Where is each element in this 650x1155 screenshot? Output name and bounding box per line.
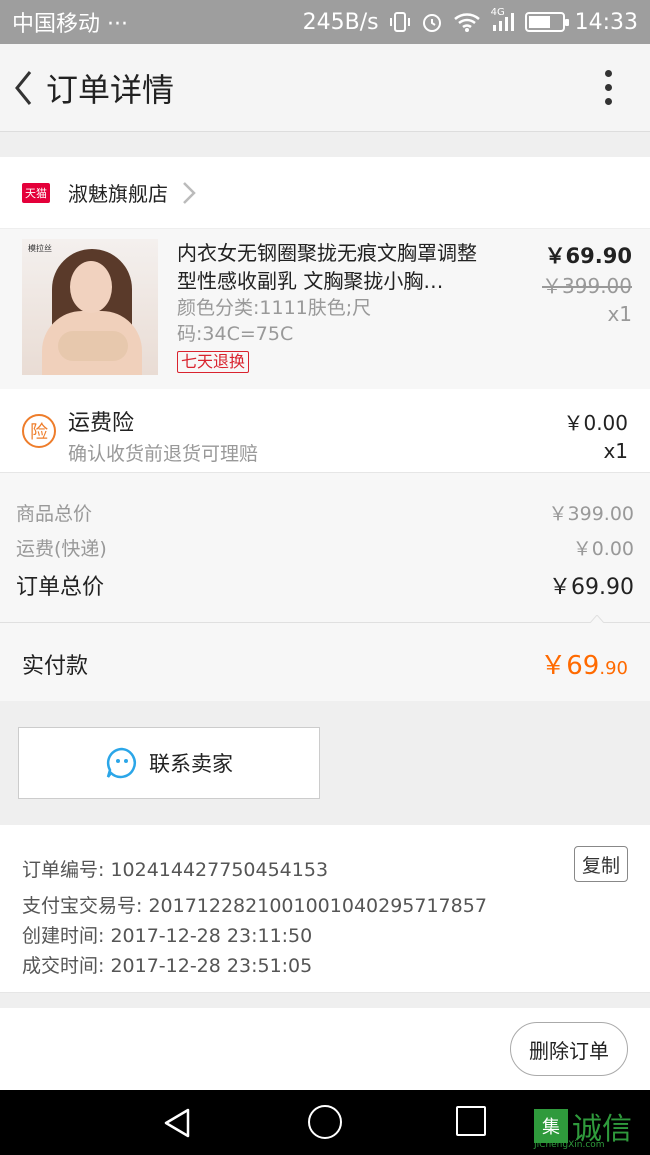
product-item[interactable]: 模拉丝 内衣女无钢圈聚拢无痕文胸罩调整型性感收副乳 文胸聚拢小胸… 颜色分类:1… (0, 229, 650, 389)
chevron-left-icon (15, 70, 32, 105)
delete-order-button[interactable]: 删除订单 (510, 1022, 628, 1076)
shipping-insurance-row: 险 运费险 确认收货前退货可理赔 ￥0.00 x1 (0, 389, 650, 473)
completed-time: 成交时间: 2017-12-28 23:51:05 (22, 955, 313, 977)
order-info: 订单编号: 102414427750454153 支付宝交易号: 2017122… (0, 825, 650, 993)
paid-value: ￥69.90 (540, 645, 628, 682)
shop-row[interactable]: 天猫 淑魅旗舰店 (0, 157, 650, 229)
shipping-row: 运费(快递) ￥0.00 (16, 534, 634, 561)
product-original-price: ￥399.00 (542, 274, 632, 298)
bottom-action-bar: 删除订单 (0, 1008, 650, 1090)
copy-button[interactable]: 复制 (574, 846, 628, 882)
paid-value-main: ￥69 (540, 651, 600, 681)
alarm-icon (422, 14, 441, 32)
vertical-dots-icon (604, 70, 612, 77)
paid-amount-row: 实付款 ￥69.90 (0, 623, 650, 701)
insurance-desc: 确认收货前退货可理赔 (68, 443, 259, 465)
paid-label: 实付款 (22, 654, 89, 679)
tmall-badge-icon: 天猫 (22, 182, 50, 203)
page-title: 订单详情 (46, 70, 175, 109)
product-image-brand: 模拉丝 (28, 244, 52, 253)
product-image[interactable]: 模拉丝 (22, 239, 158, 375)
shop-name: 淑魅旗舰店 (68, 182, 168, 206)
contact-area: 联系卖家 (0, 718, 650, 808)
product-title[interactable]: 内衣女无钢圈聚拢无痕文胸罩调整型性感收副乳 文胸聚拢小胸… (177, 239, 487, 295)
shipping-value: ￥0.00 (572, 538, 634, 560)
nav-back-icon[interactable] (160, 1106, 194, 1140)
return-policy-tag: 七天退换 (177, 351, 250, 373)
goods-total-label: 商品总价 (16, 503, 93, 525)
product-price: ￥69.90 (544, 244, 632, 268)
price-summary: 商品总价 ￥399.00 运费(快递) ￥0.00 订单总价 ￥69.90 (0, 473, 650, 623)
paid-value-decimal: .90 (599, 658, 628, 679)
watermark-box: 集 (534, 1109, 568, 1143)
chevron-right-icon (183, 181, 196, 204)
status-right: 245B/s 4G 14:33 (302, 7, 638, 35)
vibrate-icon (389, 12, 410, 32)
battery-icon (524, 12, 569, 32)
order-total-label: 订单总价 (16, 575, 105, 600)
nav-home-icon[interactable] (308, 1105, 342, 1139)
product-quantity: x1 (607, 302, 632, 326)
system-nav-bar: 集 诚信 JiChengXin.com (0, 1090, 650, 1155)
chat-face-icon (106, 747, 136, 779)
insurance-quantity: x1 (603, 439, 628, 463)
alipay-trade-number: 支付宝交易号: 2017122821001001040295717857 (22, 895, 487, 917)
signal-icon: 4G (491, 7, 515, 33)
insurance-price: ￥0.00 (563, 411, 628, 435)
clock: 14:33 (574, 9, 638, 35)
nav-recent-icon[interactable] (456, 1106, 486, 1136)
wifi-icon (453, 13, 480, 32)
back-button[interactable] (2, 44, 46, 132)
shipping-label: 运费(快递) (16, 538, 107, 560)
contact-seller-button[interactable]: 联系卖家 (18, 727, 320, 799)
more-button[interactable] (578, 44, 638, 132)
divider-notch (590, 615, 604, 623)
watermark-url: JiChengXin.com (534, 1140, 605, 1150)
insurance-name: 运费险 (68, 411, 135, 436)
app-header: 订单详情 (0, 44, 650, 132)
net-speed: 245B/s (302, 9, 379, 35)
created-time: 创建时间: 2017-12-28 23:11:50 (22, 925, 313, 947)
status-bar: 中国移动 ··· 245B/s 4G 14:33 (0, 0, 650, 44)
order-total-row: 订单总价 ￥69.90 (16, 569, 634, 601)
order-number: 订单编号: 102414427750454153 (22, 859, 329, 881)
network-type: 4G (490, 7, 505, 18)
goods-total-row: 商品总价 ￥399.00 (16, 499, 634, 526)
order-total-value: ￥69.90 (549, 575, 634, 600)
product-spec: 颜色分类:1111肤色;尺码:34C=75C (177, 297, 372, 345)
contact-seller-label: 联系卖家 (149, 752, 233, 776)
goods-total-value: ￥399.00 (548, 503, 634, 525)
insurance-icon: 险 (22, 414, 56, 448)
carrier-label: 中国移动 ··· (12, 12, 128, 37)
